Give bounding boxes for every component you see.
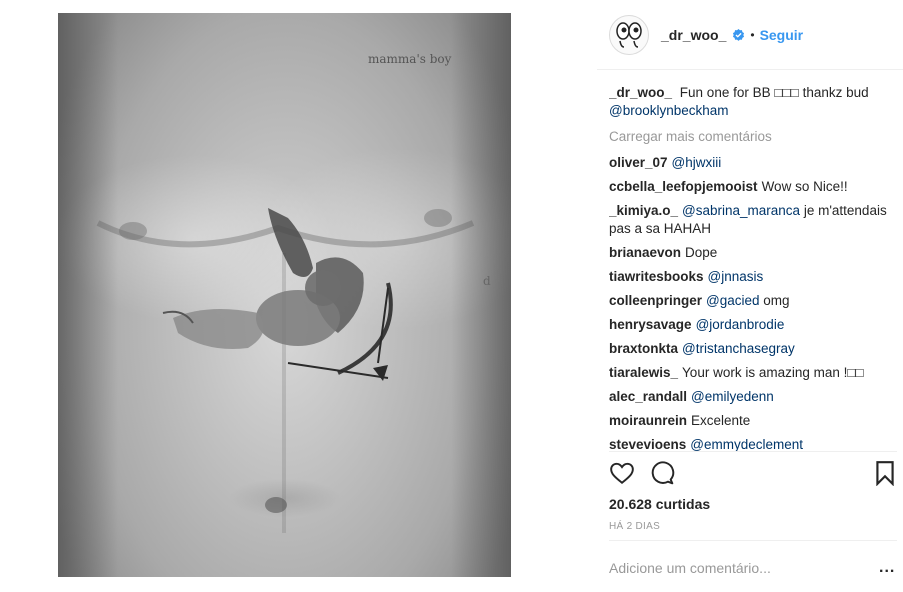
comment-row: henrysavage @jordanbrodie: [609, 316, 899, 334]
comment-mention[interactable]: @emilyedenn: [691, 389, 774, 404]
side-tattoo-text: d: [483, 274, 491, 288]
caption-username[interactable]: _dr_woo_: [609, 85, 672, 100]
comment-mention[interactable]: @jnnasis: [708, 269, 764, 284]
more-options-button[interactable]: ...: [879, 559, 895, 577]
comment-username[interactable]: colleenpringer: [609, 293, 702, 308]
comment-mention[interactable]: @sabrina_maranca: [682, 203, 800, 218]
nipple-right: [424, 209, 452, 227]
comment-row: alec_randall @emilyedenn: [609, 388, 899, 406]
comment-username[interactable]: oliver_07: [609, 155, 668, 170]
comment-text: Your work is amazing man !□□: [682, 365, 864, 380]
comment-username[interactable]: braxtonkta: [609, 341, 678, 356]
header-divider: [597, 69, 903, 70]
comment-username[interactable]: ccbella_leefopjemooist: [609, 179, 758, 194]
comment-bubble-icon[interactable]: [649, 460, 675, 486]
post-side-panel: _dr_woo_ • Seguir _dr_woo_ Fun one for B…: [597, 0, 903, 592]
add-comment-input[interactable]: Adicione um comentário...: [609, 560, 771, 576]
verified-badge-icon: [733, 28, 745, 41]
action-bar: [609, 460, 897, 488]
comment-row: braxtonkta @tristanchasegray: [609, 340, 899, 358]
caption-mention[interactable]: @brooklynbeckham: [609, 103, 729, 118]
comment-row: colleenpringer @gacied omg: [609, 292, 899, 310]
comment-mention[interactable]: @tristanchasegray: [682, 341, 795, 356]
comment-row: stevevioens @emmydeclement: [609, 436, 899, 452]
actions-divider: [609, 451, 897, 452]
comments-list[interactable]: _dr_woo_ Fun one for BB □□□ thankz bud @…: [609, 84, 899, 452]
comment-username[interactable]: moiraunrein: [609, 413, 687, 428]
comment-username[interactable]: tiaralewis_: [609, 365, 678, 380]
follow-button[interactable]: Seguir: [760, 27, 804, 43]
comment-row: oliver_07 @hjwxiii: [609, 154, 899, 172]
comment-text: Dope: [685, 245, 718, 260]
comment-mention[interactable]: @emmydeclement: [690, 437, 803, 452]
comment-row: tiaralewis_ Your work is amazing man !□□: [609, 364, 899, 382]
avatar[interactable]: [609, 15, 649, 55]
comment-row: brianaevon Dope: [609, 244, 899, 262]
post-photo[interactable]: mamma's boy d: [58, 13, 511, 577]
comment-username[interactable]: tiawritesbooks: [609, 269, 704, 284]
bookmark-icon[interactable]: [874, 460, 896, 486]
add-comment-divider: [609, 540, 897, 541]
chest-tattoo-text: mamma's boy: [368, 52, 452, 66]
comment-username[interactable]: _kimiya.o_: [609, 203, 678, 218]
comment-text: Excelente: [691, 413, 751, 428]
comment-container: oliver_07 @hjwxiii ccbella_leefopjemooist W…: [609, 154, 899, 452]
comment-text: omg: [763, 293, 790, 308]
post-header: _dr_woo_ • Seguir: [609, 15, 899, 55]
comment-username[interactable]: alec_randall: [609, 389, 687, 404]
comment-row: _kimiya.o_ @sabrina_maranca je m'attendai…: [609, 202, 899, 238]
nipple-left: [119, 222, 147, 240]
load-more-comments-button[interactable]: Carregar mais comentários: [609, 128, 899, 146]
navel: [265, 497, 287, 513]
comment-username[interactable]: brianaevon: [609, 245, 681, 260]
comment-username[interactable]: henrysavage: [609, 317, 692, 332]
comment-row: moiraunrein Excelente: [609, 412, 899, 430]
cupid-tattoo-illustration: mamma's boy d: [96, 52, 491, 533]
header-separator: •: [750, 28, 755, 42]
heart-icon[interactable]: [609, 460, 635, 486]
avatar-eyes-icon: [616, 22, 642, 48]
post-caption: _dr_woo_ Fun one for BB □□□ thankz bud @…: [609, 84, 899, 120]
comment-mention[interactable]: @gacied: [706, 293, 760, 308]
likes-count[interactable]: 20.628 curtidas: [609, 496, 710, 512]
post-timestamp[interactable]: HÁ 2 DIAS: [609, 521, 660, 532]
caption-text: Fun one for BB □□□ thankz bud: [679, 85, 869, 100]
comment-mention[interactable]: @hjwxiii: [672, 155, 722, 170]
comment-username[interactable]: stevevioens: [609, 437, 686, 452]
header-username[interactable]: _dr_woo_: [661, 27, 726, 43]
comment-text: Wow so Nice!!: [761, 179, 848, 194]
comment-row: tiawritesbooks @jnnasis: [609, 268, 899, 286]
comment-mention[interactable]: @jordanbrodie: [696, 317, 785, 332]
comment-row: ccbella_leefopjemooist Wow so Nice!!: [609, 178, 899, 196]
